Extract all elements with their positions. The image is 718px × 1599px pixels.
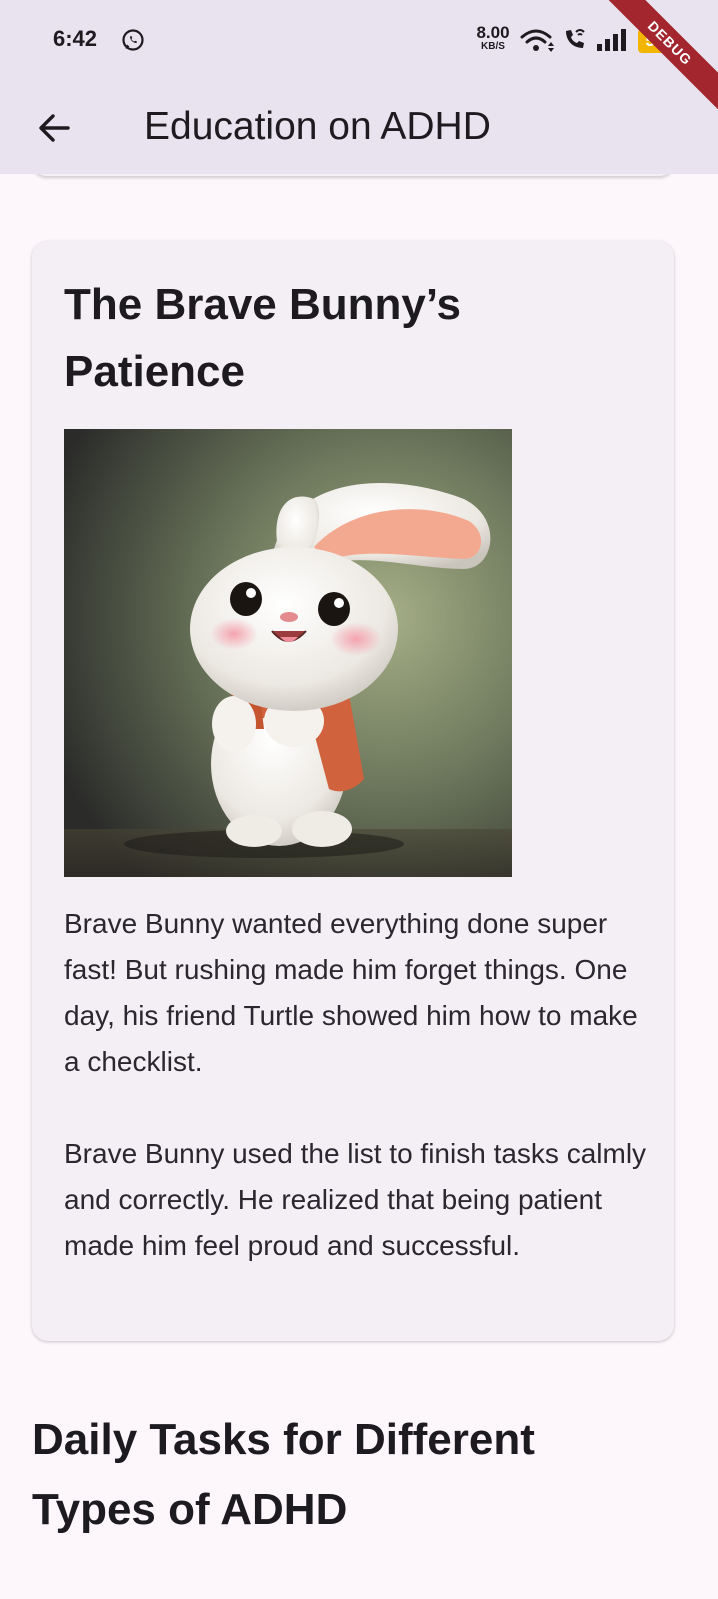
story-paragraph: Brave Bunny used the list to finish task… [64,1138,647,1261]
bunny-illustration [64,429,512,877]
status-time: 6:42 [53,26,98,51]
story-card: The Brave Bunny’s Patience Brave Bunny w… [32,241,674,1341]
signal-icon [597,29,626,51]
back-button[interactable] [28,102,80,154]
wifi-icon [520,29,554,52]
whatsapp-icon [122,29,144,51]
page-title: Education on ADHD [144,105,491,148]
story-title: The Brave Bunny’s Patience [64,280,461,396]
story-paragraph: Brave Bunny wanted everything done super… [64,908,638,1077]
wifi-calling-icon [566,29,585,48]
network-speed-unit: KB/S [481,41,505,52]
arrow-left-icon [39,114,70,142]
network-speed: 8.00 KB/S [470,24,516,52]
app-bar: Education on ADHD [0,82,718,174]
network-speed-value: 8.00 [476,23,510,42]
status-bar: 6:42 8.00 KB/S 50 [0,0,718,82]
section-heading: Daily Tasks for Different Types of ADHD [32,1415,535,1534]
